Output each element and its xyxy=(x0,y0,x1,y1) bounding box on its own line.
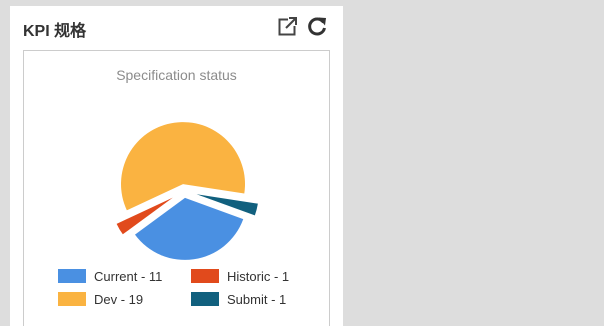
pie-chart xyxy=(116,122,258,260)
refresh-icon[interactable] xyxy=(306,15,328,37)
legend-item-submit[interactable]: Submit - 1 xyxy=(191,290,286,308)
widget-title: KPI 规格 xyxy=(23,23,87,40)
legend-label-dev: Dev - 19 xyxy=(94,291,144,307)
legend-swatch-submit xyxy=(191,292,219,306)
legend-swatch-historic xyxy=(191,269,219,283)
pie-slice-current[interactable] xyxy=(134,197,244,260)
pie-slice-dev[interactable] xyxy=(121,122,246,211)
legend-swatch-dev xyxy=(58,292,86,306)
legend-item-current[interactable]: Current - 11 xyxy=(58,267,162,285)
legend-label-historic: Historic - 1 xyxy=(227,268,290,284)
legend-label-submit: Submit - 1 xyxy=(227,291,287,307)
legend-label-current: Current - 11 xyxy=(94,268,163,284)
widget-header: KPI 规格 xyxy=(10,6,343,48)
kpi-widget: KPI 规格 Specification status Current - 11 xyxy=(10,6,343,326)
chart-panel: Specification status Current - 11 Histor… xyxy=(23,50,330,326)
legend-swatch-current xyxy=(58,269,86,283)
legend-item-historic[interactable]: Historic - 1 xyxy=(191,267,289,285)
legend-item-dev[interactable]: Dev - 19 xyxy=(58,290,143,308)
external-link-icon[interactable] xyxy=(277,15,299,37)
